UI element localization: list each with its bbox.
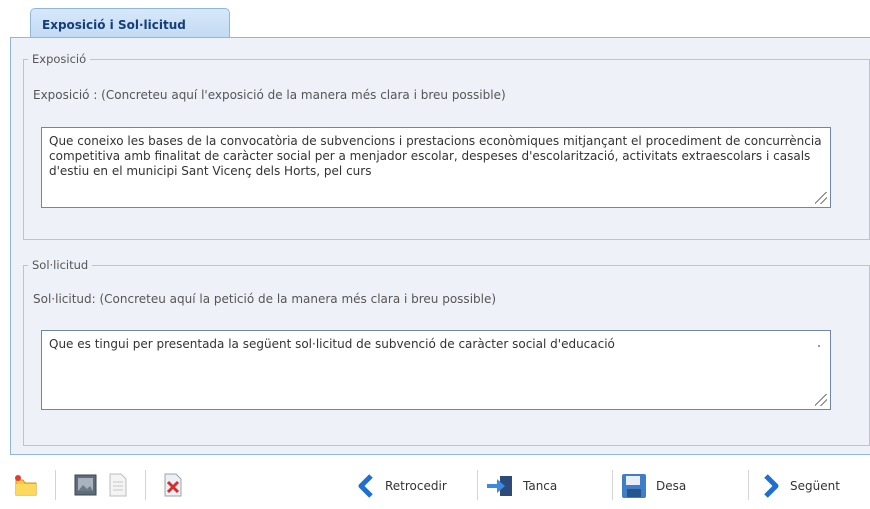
floppy-disk-icon [622, 474, 646, 498]
exit-icon [487, 476, 512, 496]
resize-handle[interactable] [815, 394, 827, 406]
back-label: Retrocedir [385, 479, 447, 493]
toolbar-divider [748, 470, 749, 500]
scroll-marker [818, 345, 820, 347]
solicitud-textarea[interactable]: Que es tingui per presentada la següent … [41, 330, 831, 410]
exposicio-hint: Exposició : (Concreteu aquí l'exposició … [33, 88, 506, 102]
close-button[interactable]: Tanca [485, 469, 557, 503]
back-button[interactable]: Retrocedir [355, 469, 447, 503]
resize-handle[interactable] [815, 192, 827, 204]
toolbar-divider [477, 470, 478, 500]
bottom-toolbar: Retrocedir Tanca Desa Següent [0, 462, 870, 509]
delete-document-icon[interactable] [160, 472, 186, 498]
image-icon[interactable] [73, 472, 99, 498]
next-label: Següent [790, 479, 840, 493]
toolbar-divider [612, 470, 613, 500]
solicitud-text: Que es tingui per presentada la següent … [49, 337, 615, 351]
save-label: Desa [656, 479, 687, 493]
exposicio-legend: Exposició [32, 52, 87, 66]
arrow-left-icon [358, 474, 373, 498]
save-button[interactable]: Desa [620, 469, 686, 503]
next-button[interactable]: Següent [760, 469, 840, 503]
tab-exposicio-solicitud[interactable]: Exposició i Sol·licitud [30, 8, 230, 38]
exposicio-text: Que coneixo les bases de la convocatòria… [49, 134, 822, 178]
folder-icon[interactable] [13, 472, 39, 498]
toolbar-divider [55, 470, 56, 500]
solicitud-legend: Sol·licitud [32, 258, 89, 272]
solicitud-hint: Sol·licitud: (Concreteu aquí la petició … [33, 292, 497, 306]
document-icon[interactable] [105, 472, 131, 498]
arrow-right-icon [764, 474, 779, 498]
close-label: Tanca [523, 479, 558, 493]
exposicio-textarea[interactable]: Que coneixo les bases de la convocatòria… [41, 127, 831, 208]
toolbar-divider [145, 470, 146, 500]
